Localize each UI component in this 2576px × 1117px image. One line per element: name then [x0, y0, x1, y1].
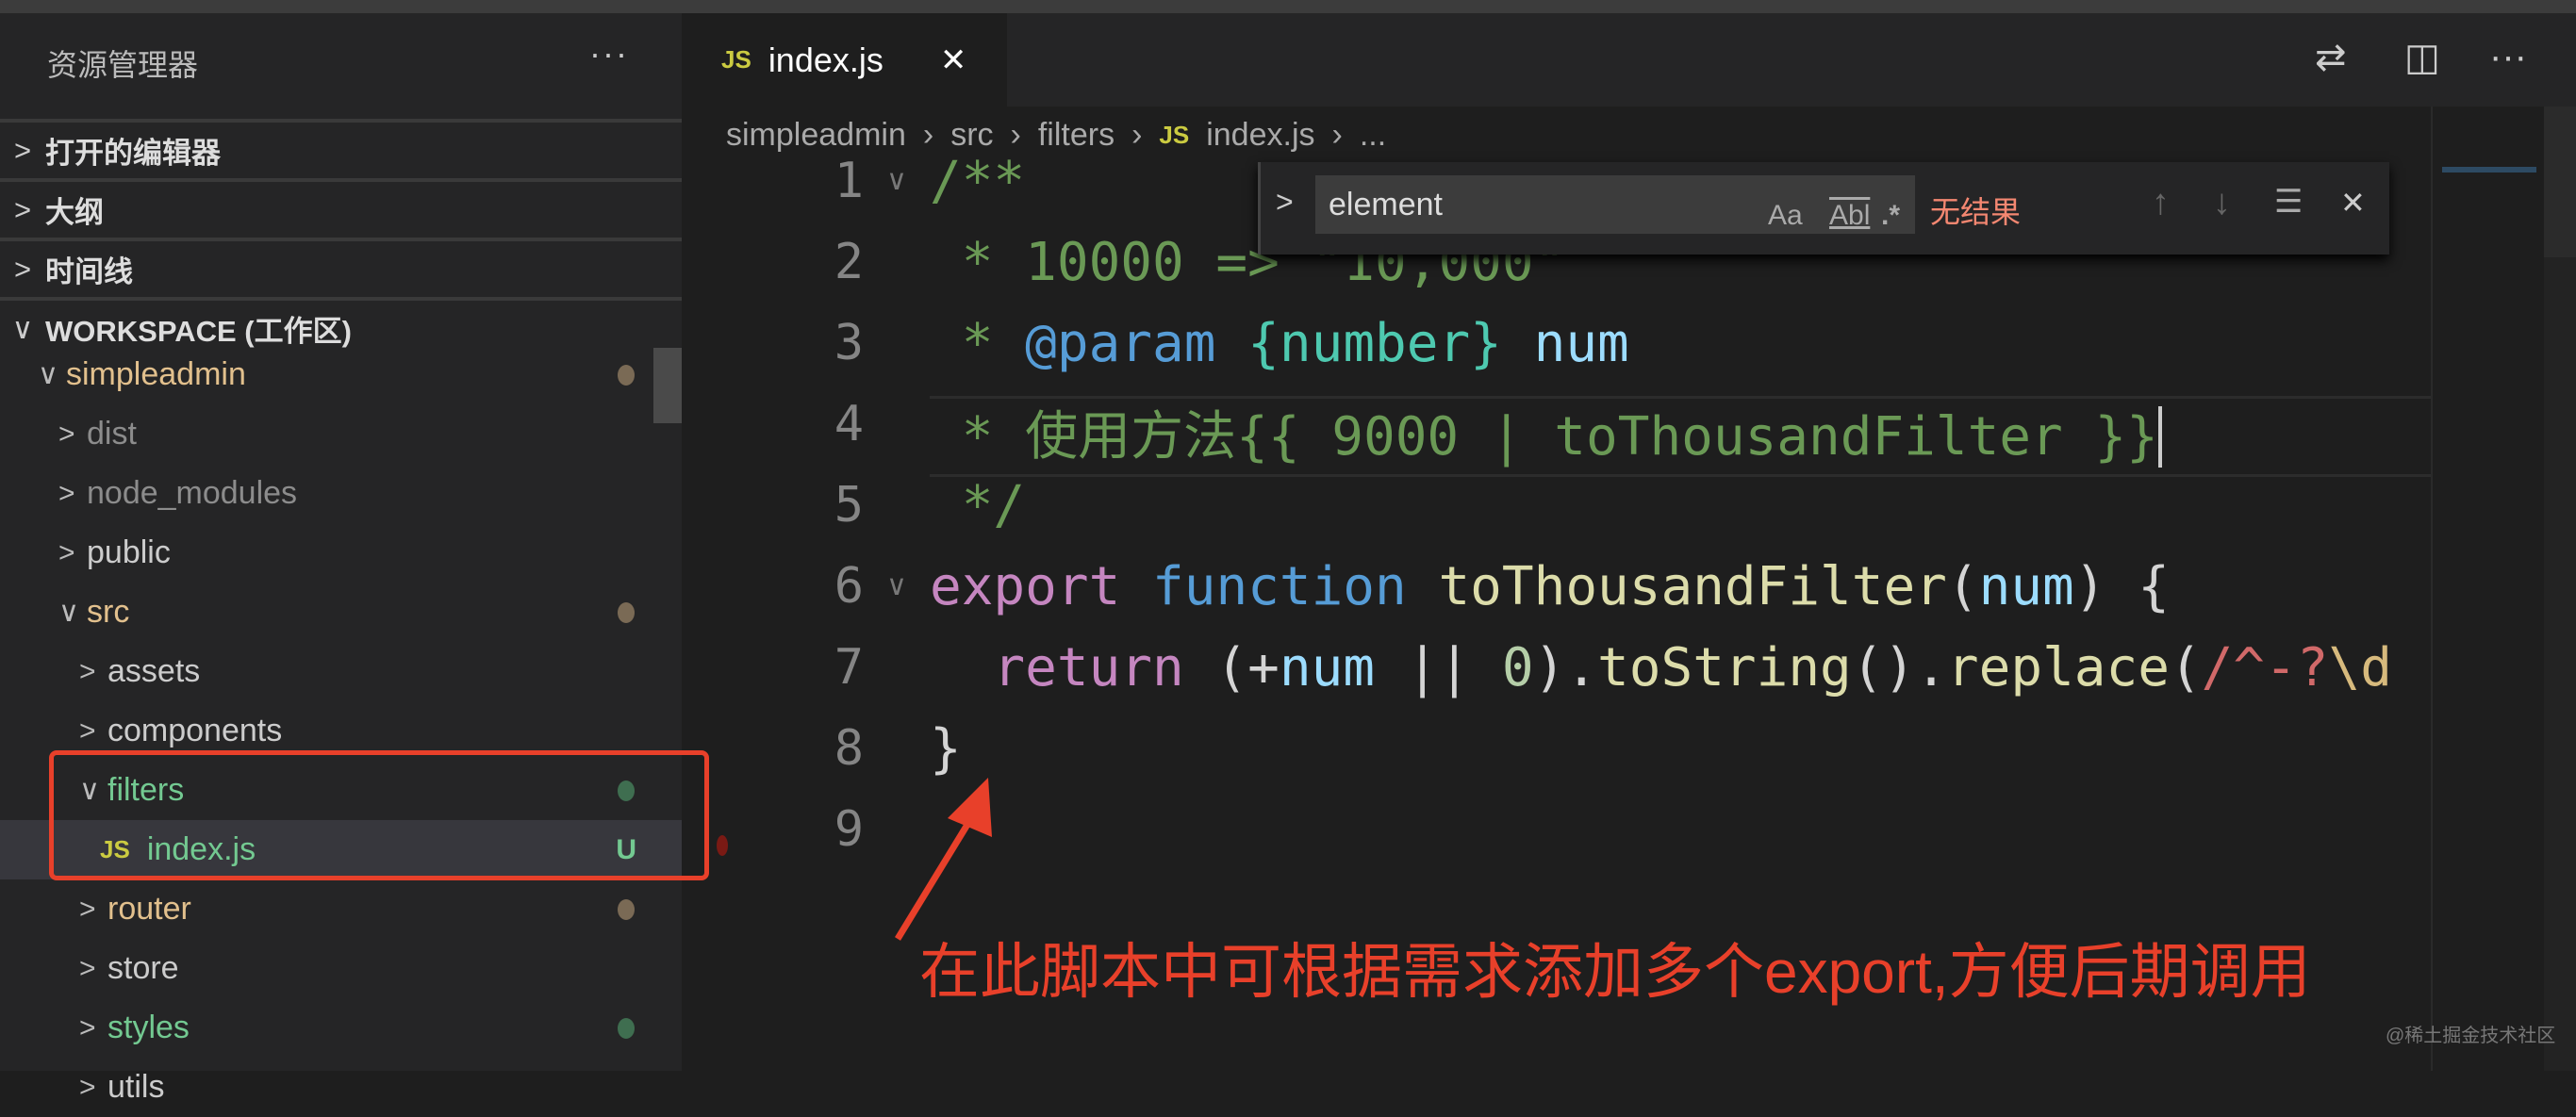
watermark: @稀土掘金技术社区 — [2386, 1026, 2556, 1046]
tree-item-label: utils — [107, 1069, 165, 1105]
annotation-arrow — [895, 778, 992, 941]
annotation-text: 在此脚本中可根据需求添加多个export,方便后期调用 — [919, 938, 2311, 1006]
chevron-icon: > — [79, 1071, 96, 1103]
